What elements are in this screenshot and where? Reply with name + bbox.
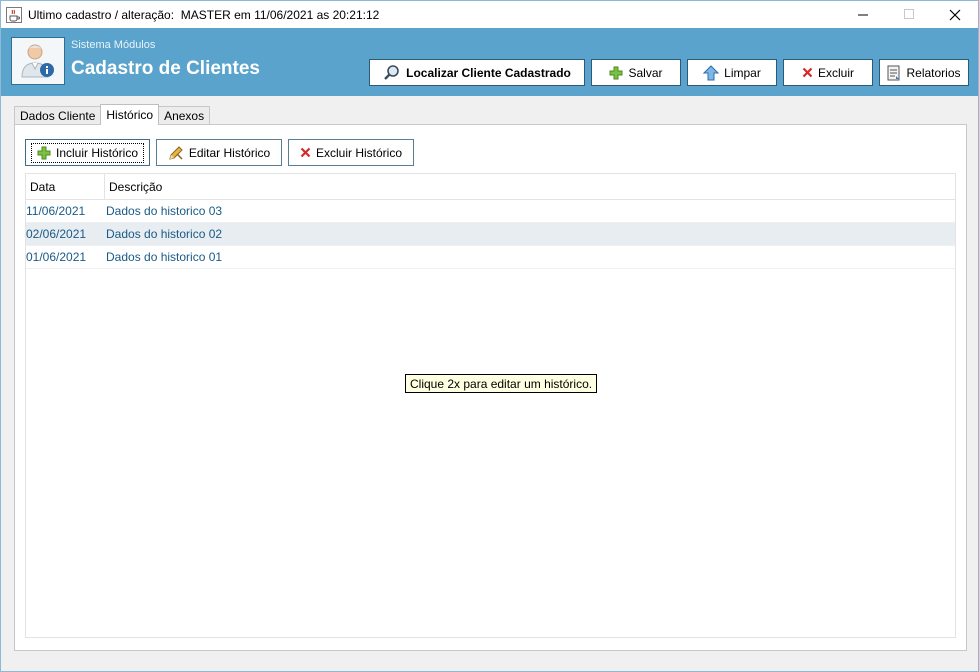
find-client-button[interactable]: Localizar Cliente Cadastrado: [369, 59, 585, 86]
close-button[interactable]: [932, 1, 978, 28]
column-header-data[interactable]: Data: [26, 174, 105, 199]
edit-history-label: Editar Histórico: [188, 145, 271, 160]
historico-panel: Incluir Histórico Editar Histórico Exclu…: [14, 124, 967, 651]
tab-dados-cliente[interactable]: Dados Cliente: [14, 106, 102, 125]
x-icon: [802, 67, 813, 78]
delete-history-label: Excluir Histórico: [315, 145, 402, 160]
table-row[interactable]: 01/06/2021 Dados do historico 01: [26, 246, 955, 269]
maximize-icon: [903, 9, 914, 19]
clear-button[interactable]: Limpar: [687, 59, 777, 86]
maximize-button[interactable]: [886, 1, 932, 28]
report-icon: [887, 65, 901, 81]
x-icon: [300, 147, 311, 158]
edit-hint-tooltip: Clique 2x para editar um histórico.: [405, 374, 598, 393]
row-description: Dados do historico 03: [106, 204, 223, 218]
find-client-label: Localizar Cliente Cadastrado: [406, 65, 571, 80]
magnifier-icon: [383, 64, 401, 82]
plus-icon: [609, 66, 623, 80]
system-subtitle: Sistema Módulos: [71, 39, 156, 51]
edit-icon: [168, 145, 184, 161]
reports-label: Relatorios: [906, 65, 961, 80]
reports-button[interactable]: Relatorios: [879, 59, 969, 86]
table-row[interactable]: 02/06/2021 Dados do historico 02: [26, 223, 955, 246]
column-header-descricao[interactable]: Descrição: [105, 174, 955, 199]
row-date: 01/06/2021: [26, 250, 87, 264]
clear-label: Limpar: [724, 65, 761, 80]
java-cup-icon: [6, 6, 22, 23]
window-title: Ultimo cadastro / alteração: MASTER em 1…: [28, 7, 380, 22]
table-header: Data Descrição: [26, 174, 955, 200]
page-title: Cadastro de Clientes: [71, 58, 260, 79]
client-avatar: [11, 37, 65, 85]
add-history-button[interactable]: Incluir Histórico: [25, 139, 150, 166]
close-icon: [949, 9, 961, 20]
application-window: Ultimo cadastro / alteração: MASTER em 1…: [0, 0, 979, 672]
plus-icon: [37, 146, 51, 160]
save-label: Salvar: [628, 65, 663, 80]
history-table[interactable]: Data Descrição 11/06/2021 Dados do histo…: [25, 173, 956, 638]
row-description: Dados do historico 02: [106, 227, 223, 241]
table-row[interactable]: 11/06/2021 Dados do historico 03: [26, 200, 955, 223]
save-button[interactable]: Salvar: [591, 59, 681, 86]
tab-anexos[interactable]: Anexos: [158, 106, 211, 125]
add-history-label: Incluir Histórico: [55, 145, 139, 160]
row-description: Dados do historico 01: [106, 250, 223, 264]
tab-strip: Dados Cliente Histórico Anexos: [14, 104, 211, 125]
tab-historico[interactable]: Histórico: [100, 104, 160, 125]
edit-history-button[interactable]: Editar Histórico: [156, 139, 282, 166]
delete-button[interactable]: Excluir: [783, 59, 873, 86]
row-date: 11/06/2021: [26, 204, 86, 218]
row-date: 02/06/2021: [26, 227, 87, 241]
delete-label: Excluir: [817, 65, 854, 80]
user-info-icon: [21, 44, 54, 78]
arrow-up-icon: [703, 64, 720, 81]
minimize-icon: [857, 14, 868, 16]
title-bar[interactable]: Ultimo cadastro / alteração: MASTER em 1…: [1, 1, 978, 28]
minimize-button[interactable]: [840, 1, 886, 28]
delete-history-button[interactable]: Excluir Histórico: [288, 139, 414, 166]
form-header: Sistema Módulos Cadastro de Clientes Loc…: [1, 28, 978, 96]
